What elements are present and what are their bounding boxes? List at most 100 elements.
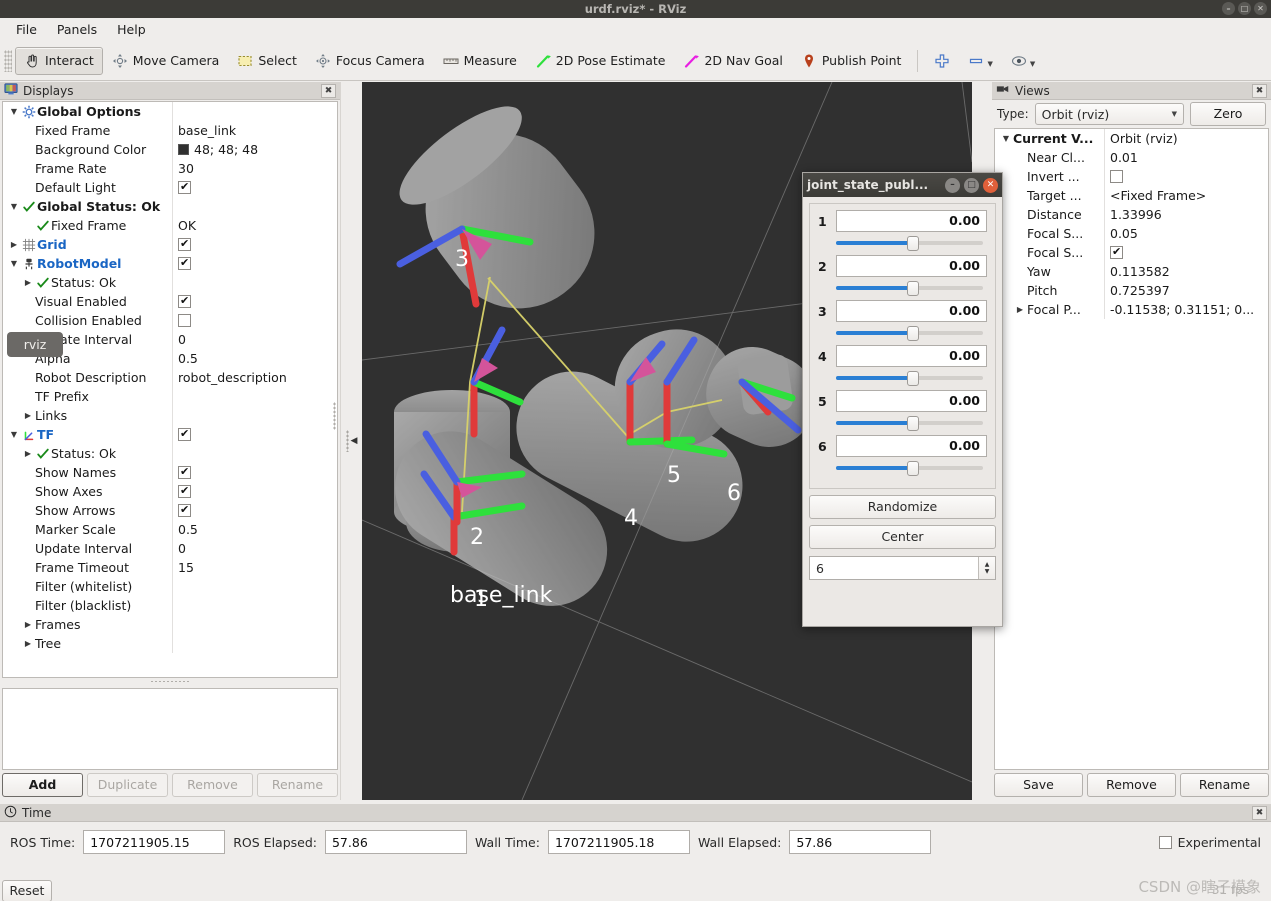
maximize-button[interactable]: □ xyxy=(1238,2,1251,15)
tree-row-value[interactable] xyxy=(173,482,337,501)
joint-value-field[interactable]: 0.00 xyxy=(836,300,987,322)
toolbar-grip[interactable] xyxy=(4,50,12,72)
tree-row[interactable]: Background Color48; 48; 48 xyxy=(3,140,337,159)
tree-row-value[interactable] xyxy=(173,254,337,273)
slider-handle[interactable] xyxy=(907,236,919,251)
tree-row[interactable]: Show Names xyxy=(3,463,337,482)
tree-row[interactable]: Visual Enabled xyxy=(3,292,337,311)
expand-twisty-icon[interactable] xyxy=(999,134,1013,143)
tree-row-value[interactable] xyxy=(173,387,337,406)
slider-handle[interactable] xyxy=(907,461,919,476)
tree-row[interactable]: Near Cl...0.01 xyxy=(995,148,1268,167)
expand-twisty-icon[interactable] xyxy=(21,620,35,629)
tree-row-value[interactable] xyxy=(173,235,337,254)
tree-row[interactable]: Status: Ok xyxy=(3,444,337,463)
tree-row[interactable]: Robot Descriptionrobot_description xyxy=(3,368,337,387)
displays-splitter[interactable] xyxy=(0,678,340,684)
tree-row[interactable]: Focal S... xyxy=(995,243,1268,262)
tool-focus-camera[interactable]: Focus Camera xyxy=(306,47,434,75)
joint-slider[interactable] xyxy=(836,234,987,252)
tree-row-value[interactable]: <Fixed Frame> xyxy=(1105,186,1268,205)
tree-row-value[interactable]: OK xyxy=(173,216,337,235)
tree-row-value[interactable] xyxy=(173,292,337,311)
tree-row-value[interactable]: 0.5 xyxy=(173,520,337,539)
tree-row[interactable]: Focal S...0.05 xyxy=(995,224,1268,243)
tool-2d-nav-goal[interactable]: 2D Nav Goal xyxy=(674,47,791,75)
center-button[interactable]: Center xyxy=(809,525,996,549)
tree-row-value[interactable]: 0.01 xyxy=(1105,148,1268,167)
tree-row-value[interactable]: 0.5 xyxy=(173,349,337,368)
minimize-button[interactable]: – xyxy=(1222,2,1235,15)
tree-row-value[interactable] xyxy=(173,102,337,121)
tree-row[interactable]: Fixed Framebase_link xyxy=(3,121,337,140)
time-close-icon[interactable]: ✖ xyxy=(1252,806,1267,820)
ros-elapsed-field[interactable]: 57.86 xyxy=(325,830,467,854)
spinner-arrows-icon[interactable]: ▲▼ xyxy=(978,557,995,579)
menu-panels[interactable]: Panels xyxy=(49,20,105,39)
tool-move-camera[interactable]: Move Camera xyxy=(103,47,229,75)
tree-row[interactable]: Global Status: Ok xyxy=(3,197,337,216)
tree-row[interactable]: Show Axes xyxy=(3,482,337,501)
tree-row-value[interactable] xyxy=(173,406,337,425)
save-view-button[interactable]: Save xyxy=(994,773,1083,797)
tree-row-checkbox[interactable] xyxy=(1110,246,1123,259)
tree-row[interactable]: Links xyxy=(3,406,337,425)
tree-row[interactable]: Global Options xyxy=(3,102,337,121)
tree-row-checkbox[interactable] xyxy=(178,295,191,308)
tree-row-value[interactable]: robot_description xyxy=(173,368,337,387)
tree-row-checkbox[interactable] xyxy=(178,504,191,517)
tree-row-value[interactable] xyxy=(1105,243,1268,262)
tree-row[interactable]: Pitch0.725397 xyxy=(995,281,1268,300)
tree-row-value[interactable]: 0 xyxy=(173,330,337,349)
wall-time-field[interactable]: 1707211905.18 xyxy=(548,830,690,854)
joint-value-field[interactable]: 0.00 xyxy=(836,255,987,277)
ros-time-field[interactable]: 1707211905.15 xyxy=(83,830,225,854)
joint-value-field[interactable]: 0.00 xyxy=(836,210,987,232)
joint-slider[interactable] xyxy=(836,414,987,432)
displays-scroll-grip[interactable] xyxy=(333,402,336,430)
expand-twisty-icon[interactable] xyxy=(1013,305,1027,314)
experimental-toggle[interactable]: Experimental xyxy=(1159,835,1261,850)
tree-row-checkbox[interactable] xyxy=(178,238,191,251)
expand-twisty-icon[interactable] xyxy=(21,639,35,648)
tree-row-value[interactable] xyxy=(173,273,337,292)
tree-row-value[interactable]: 1.33996 xyxy=(1105,205,1268,224)
jsp-minimize-button[interactable]: – xyxy=(945,178,960,193)
view-type-select[interactable]: Orbit (rviz) ▼ xyxy=(1035,103,1184,125)
joint-slider[interactable] xyxy=(836,279,987,297)
joint-value-field[interactable]: 0.00 xyxy=(836,345,987,367)
tool-measure[interactable]: Measure xyxy=(434,47,526,75)
tree-row-value[interactable] xyxy=(173,425,337,444)
tree-row-value[interactable]: 30 xyxy=(173,159,337,178)
tree-row-value[interactable]: base_link xyxy=(173,121,337,140)
expand-twisty-icon[interactable] xyxy=(7,107,21,116)
displays-collapse-handle[interactable]: ◀ xyxy=(340,82,362,800)
tree-row[interactable]: Marker Scale0.5 xyxy=(3,520,337,539)
joint-slider[interactable] xyxy=(836,324,987,342)
tool-publish-point[interactable]: Publish Point xyxy=(792,47,911,75)
expand-twisty-icon[interactable] xyxy=(7,240,21,249)
tree-row-checkbox[interactable] xyxy=(178,428,191,441)
tool-remove-minus[interactable]: ▼ xyxy=(959,47,1001,75)
jsp-titlebar[interactable]: joint_state_publ... – □ ✕ xyxy=(803,173,1002,197)
chevron-down-icon-2[interactable]: ▼ xyxy=(1030,60,1035,68)
views-close-icon[interactable]: ✖ xyxy=(1252,84,1267,98)
views-tree[interactable]: Current V...Orbit (rviz)Near Cl...0.01In… xyxy=(994,128,1269,770)
tree-row-value[interactable] xyxy=(173,311,337,330)
tool-interact[interactable]: Interact xyxy=(15,47,103,75)
joint-value-field[interactable]: 0.00 xyxy=(836,390,987,412)
zero-button[interactable]: Zero xyxy=(1190,102,1266,126)
tree-row-value[interactable] xyxy=(173,615,337,634)
jsp-spinbox[interactable]: 6 ▲▼ xyxy=(809,556,996,580)
tool-select[interactable]: Select xyxy=(228,47,306,75)
add-display-button[interactable]: Add xyxy=(2,773,83,797)
rename-view-button[interactable]: Rename xyxy=(1180,773,1269,797)
tree-row[interactable]: Frame Rate30 xyxy=(3,159,337,178)
wall-elapsed-field[interactable]: 57.86 xyxy=(789,830,931,854)
tree-row-value[interactable] xyxy=(173,596,337,615)
expand-twisty-icon[interactable] xyxy=(21,278,35,287)
tree-row[interactable]: Grid xyxy=(3,235,337,254)
color-swatch[interactable] xyxy=(178,144,189,155)
tree-row-value[interactable]: 48; 48; 48 xyxy=(173,140,337,159)
randomize-button[interactable]: Randomize xyxy=(809,495,996,519)
